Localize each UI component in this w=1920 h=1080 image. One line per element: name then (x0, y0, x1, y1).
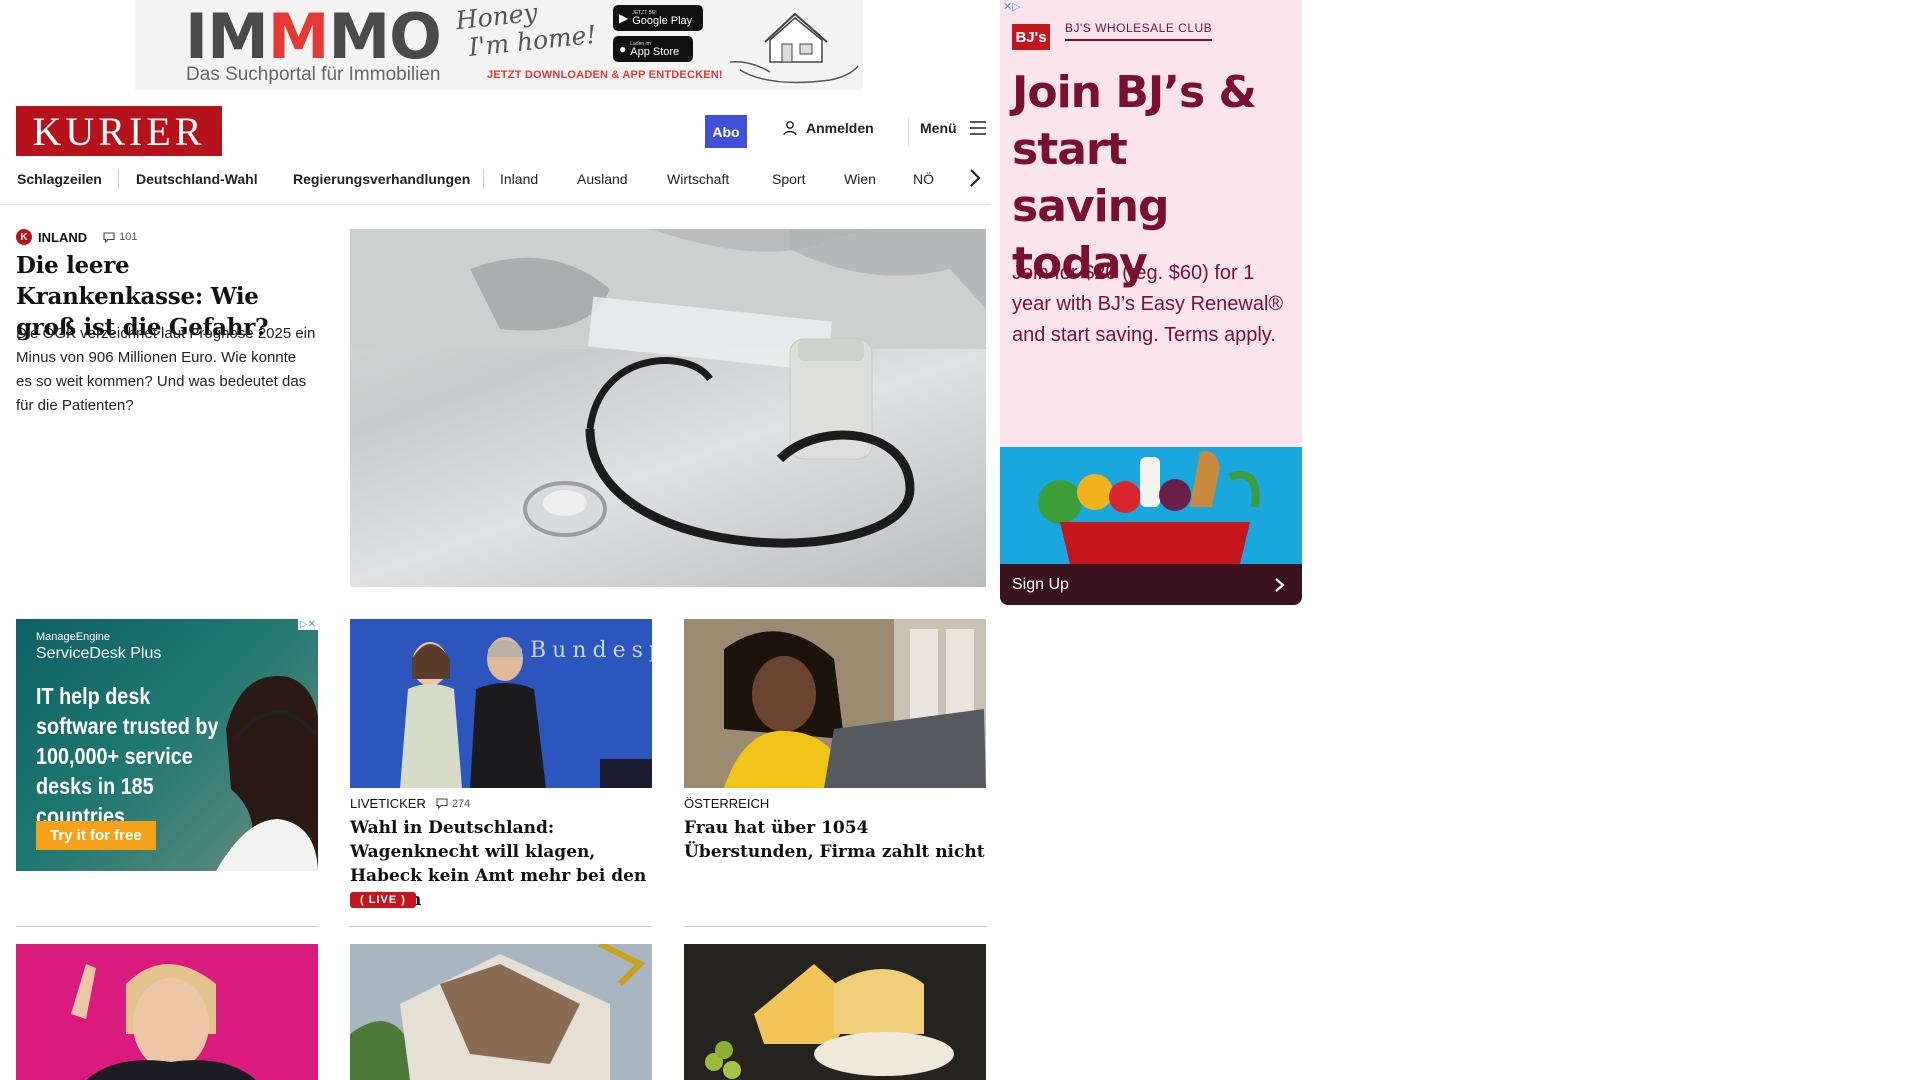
house-hand-illustration (729, 12, 859, 84)
google-play-badge[interactable]: ▶ JETZT BEI Google Play (613, 5, 703, 31)
chevron-right-icon (1275, 577, 1285, 592)
cheese-photo (684, 944, 986, 1080)
nav-item-noe[interactable]: NÖ (913, 171, 934, 187)
row-divider (16, 926, 318, 927)
immmo-logo: IMMMO (185, 0, 442, 73)
speaker-photo (16, 944, 318, 1080)
hamburger-icon (969, 121, 986, 135)
bjs-signup-label: Sign Up (1012, 575, 1069, 593)
menu-label: Menü (920, 120, 957, 136)
main-nav: Schlagzeilen Deutschland-Wahl Regierungs… (0, 165, 990, 205)
lead-meta: K INLAND 101 (16, 229, 137, 245)
card-image-speaker[interactable] (16, 944, 318, 1080)
nav-item-schlagzeilen[interactable]: Schlagzeilen (17, 171, 102, 187)
immmo-banner-ad[interactable]: IMMMO Das Suchportal für Immobilien Hone… (135, 0, 863, 90)
card-1-comments-value: 274 (451, 797, 471, 810)
me-product: ServiceDesk Plus (36, 645, 162, 662)
immmo-handwriting: Honey I'm home! (454, 0, 597, 62)
apple-icon: ● (619, 42, 627, 56)
login-label: Anmelden (806, 120, 874, 136)
card-1-meta: LIVETICKER 274 (350, 796, 470, 811)
comment-icon (436, 798, 448, 809)
bjs-logo: BJ's (1012, 24, 1050, 50)
row-divider (350, 926, 652, 927)
politicians-photo: Bundesp (350, 619, 652, 788)
login-link[interactable]: Anmelden (782, 120, 874, 136)
grocery-bag-image (1000, 447, 1302, 564)
lead-comment-count[interactable]: 101 (103, 231, 137, 243)
lead-teaser[interactable]: Die ÖGK verzeichnet laut Prognose 2025 e… (16, 322, 316, 418)
bjs-club-name: BJ'S WHOLESALE CLUB (1065, 21, 1213, 41)
nav-separator (118, 169, 119, 189)
nav-separator (483, 169, 484, 189)
grocery-bag-photo (1000, 447, 1302, 564)
app-store-badge[interactable]: ● Laden im App Store (613, 36, 693, 62)
comment-icon (103, 231, 115, 243)
nav-item-ausland[interactable]: Ausland (577, 171, 628, 187)
live-badge-label: LIVE (368, 894, 398, 906)
google-play-small: JETZT BEI (632, 9, 657, 16)
lead-comments-value: 101 (119, 231, 138, 243)
row-divider (684, 926, 986, 927)
lead-image-stethoscope[interactable] (350, 229, 986, 587)
immmo-cta[interactable]: JETZT DOWNLOADEN & APP ENTDECKEN! (487, 69, 723, 81)
card-image-politicians[interactable]: Bundesp (350, 619, 652, 788)
adchoices-icon[interactable]: ✕▷ (1003, 0, 1021, 13)
nav-item-deutschland-wahl[interactable]: Deutschland-Wahl (136, 171, 258, 187)
card-2-category[interactable]: ÖSTERREICH (684, 796, 769, 811)
nav-item-wirtschaft[interactable]: Wirtschaft (667, 171, 729, 187)
kurier-logo[interactable]: KURIER (16, 106, 222, 156)
abo-button[interactable]: Abo (705, 115, 747, 148)
nav-item-sport[interactable]: Sport (772, 171, 805, 187)
nav-item-inland[interactable]: Inland (500, 171, 538, 187)
nav-item-regierungsverhandlungen[interactable]: Regierungsverhandlungen (293, 171, 470, 187)
app-store-label: App Store (630, 45, 680, 58)
bjs-body: Join for $20 (reg. $60) for 1 year with … (1012, 262, 1284, 346)
card-1-comment-count[interactable]: 274 (436, 798, 470, 810)
google-play-label: Google Play (632, 14, 693, 27)
demolished-house-photo (350, 944, 652, 1080)
card-image-demolished-house[interactable] (350, 944, 652, 1080)
kurier-k-icon: K (16, 229, 32, 245)
chevron-right-icon[interactable] (968, 167, 982, 189)
nav-item-wien[interactable]: Wien (844, 171, 876, 187)
me-headline: IT help desk software trusted by 100,000… (36, 683, 219, 829)
card-image-stressed-woman[interactable] (684, 619, 986, 788)
menu-button[interactable]: Menü (920, 120, 987, 136)
app-store-small: Laden im (630, 40, 651, 47)
lead-category[interactable]: INLAND (38, 230, 87, 245)
live-badge: ( LIVE ) (350, 892, 416, 908)
card-2-headline[interactable]: Frau hat über 1054 Überstunden, Firma za… (684, 816, 986, 864)
google-play-icon: ▶ (619, 11, 629, 25)
me-brand: ManageEngine (36, 631, 111, 643)
stethoscope-photo (350, 229, 986, 548)
immmo-tagline: Das Suchportal für Immobilien (186, 64, 441, 85)
card-1-category[interactable]: LIVETICKER (350, 796, 426, 811)
user-icon (783, 121, 797, 136)
bjs-signup-button[interactable]: Sign Up (1000, 564, 1302, 605)
stressed-woman-photo (684, 619, 986, 788)
adchoices-icon[interactable]: ▷✕ (297, 619, 318, 630)
bundes-wall-text: Bundesp (530, 638, 652, 663)
card-image-cheese[interactable] (684, 944, 986, 1080)
header-divider (908, 118, 909, 146)
bjs-ad[interactable]: ✕▷ BJ's BJ'S WHOLESALE CLUB Join BJ’s & … (1000, 0, 1302, 605)
try-free-button[interactable]: Try it for free (36, 821, 156, 850)
manageengine-ad[interactable]: ▷✕ ManageEngine ServiceDesk Plus IT help… (16, 619, 318, 871)
